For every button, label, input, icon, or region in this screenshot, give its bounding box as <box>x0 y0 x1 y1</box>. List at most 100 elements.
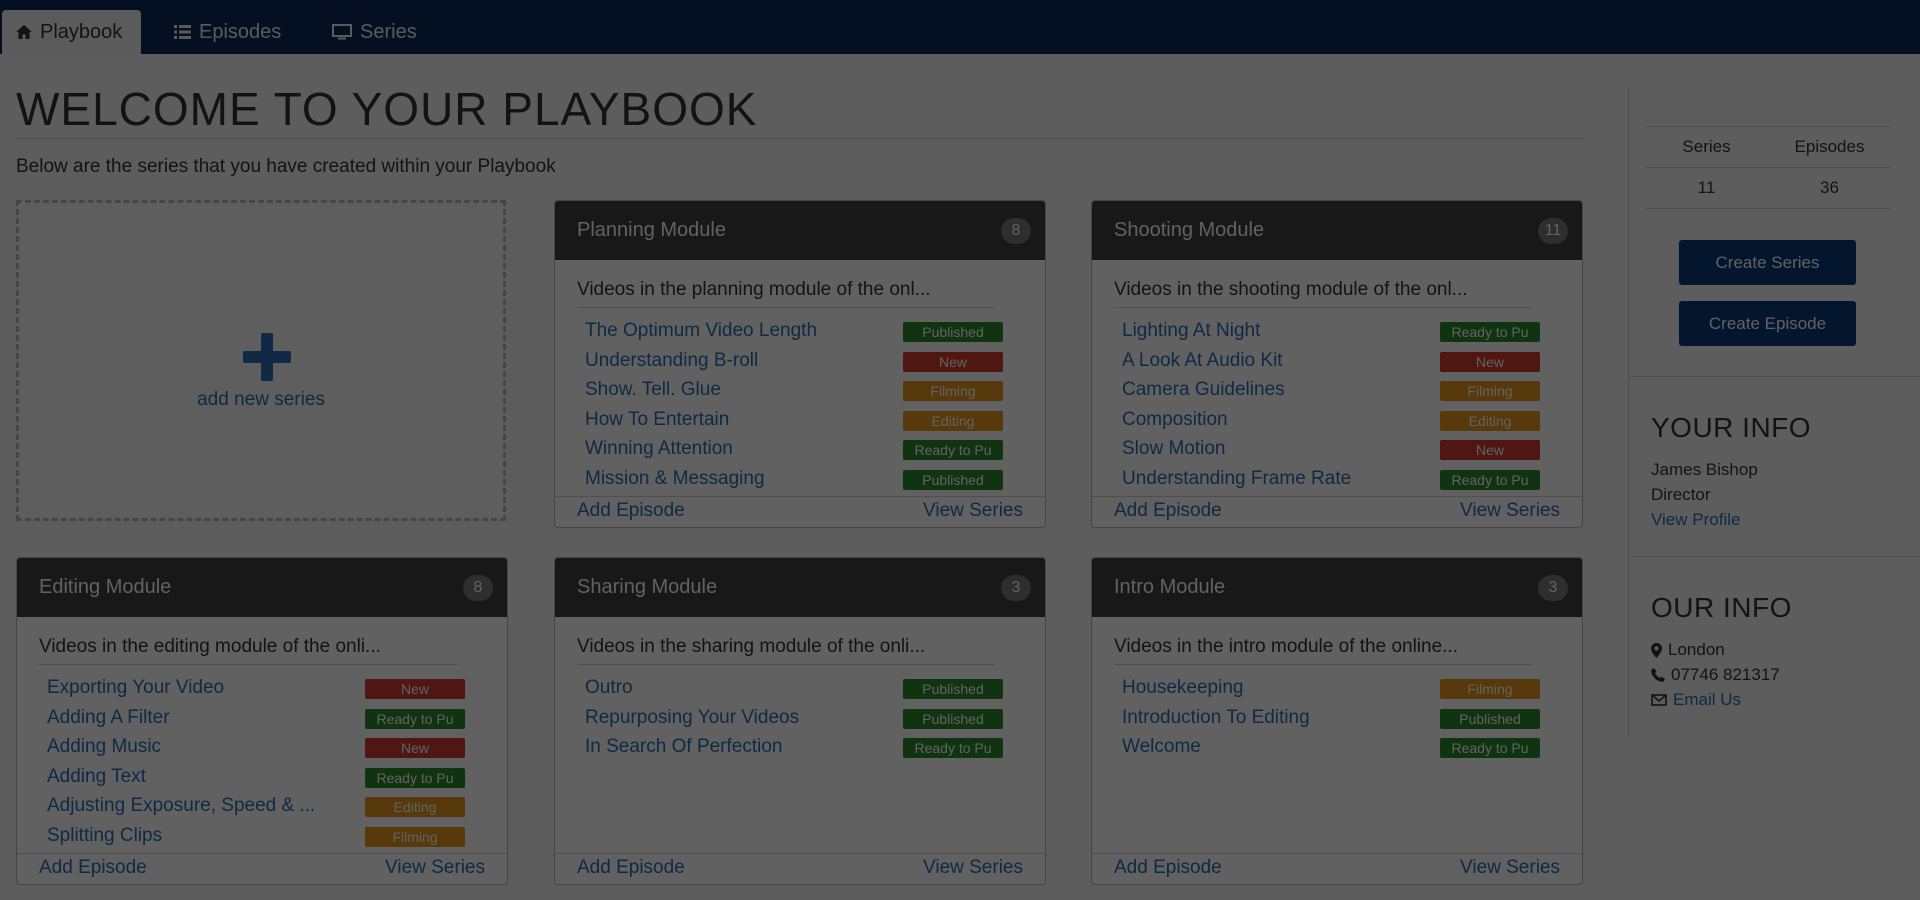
episode-title-link[interactable]: Splitting Clips <box>47 825 332 847</box>
main-content: WELCOME TO YOUR PLAYBOOK Below are the s… <box>0 54 1600 900</box>
tab-label: Series <box>360 20 417 43</box>
add-episode-link[interactable]: Add Episode <box>577 500 685 522</box>
episode-title-link[interactable]: Lighting At Night <box>1122 320 1407 342</box>
tab-episodes[interactable]: Episodes <box>160 10 295 54</box>
card-header: Planning Module 8 <box>555 201 1045 260</box>
view-series-link[interactable]: View Series <box>385 857 485 879</box>
episode-title-link[interactable]: Understanding Frame Rate <box>1122 468 1407 490</box>
card-title: Planning Module <box>577 219 726 241</box>
plus-icon <box>243 333 291 381</box>
phone-row: 07746 821317 <box>1651 665 1780 685</box>
top-nav: Playbook Episodes Series <box>0 0 1920 54</box>
episode-row: Exporting Your Video New <box>47 675 465 705</box>
episode-row: Lighting At Night Ready to Pu <box>1122 318 1540 348</box>
episode-title-link[interactable]: The Optimum Video Length <box>585 320 870 342</box>
page-subtitle: Below are the series that you have creat… <box>16 156 556 177</box>
episode-title-link[interactable]: Exporting Your Video <box>47 677 332 699</box>
status-badge: Published <box>903 322 1003 342</box>
episode-row: A Look At Audio Kit New <box>1122 348 1540 378</box>
card-header: Shooting Module 11 <box>1092 201 1582 260</box>
card-footer: Add Episode View Series <box>1092 853 1582 884</box>
sidebar-divider <box>1629 376 1920 377</box>
episode-row: Adding Text Ready to Pu <box>47 764 465 794</box>
status-badge: Published <box>903 469 1003 490</box>
episode-title-link[interactable]: In Search Of Perfection <box>585 736 870 758</box>
add-episode-link[interactable]: Add Episode <box>39 857 147 879</box>
episode-title-link[interactable]: A Look At Audio Kit <box>1122 350 1407 372</box>
stats-value-row: 11 36 <box>1645 168 1891 209</box>
episode-title-link[interactable]: Introduction To Editing <box>1122 707 1407 729</box>
card-description: Videos in the editing module of the onli… <box>39 636 381 657</box>
episode-title-link[interactable]: Mission & Messaging <box>585 468 870 490</box>
episode-row: Understanding B-roll New <box>585 348 1003 378</box>
page-title: WELCOME TO YOUR PLAYBOOK <box>16 83 758 135</box>
episode-title-link[interactable]: Outro <box>585 677 870 699</box>
tab-series[interactable]: Series <box>318 10 431 54</box>
episode-row: Introduction To Editing Published <box>1122 705 1540 735</box>
episode-title-link[interactable]: Show. Tell. Glue <box>585 379 870 401</box>
add-episode-link[interactable]: Add Episode <box>1114 857 1222 879</box>
add-episode-link[interactable]: Add Episode <box>577 857 685 879</box>
episode-title-link[interactable]: Understanding B-roll <box>585 350 870 372</box>
card-divider <box>577 664 995 665</box>
add-episode-link[interactable]: Add Episode <box>1114 500 1222 522</box>
email-us-link[interactable]: Email Us <box>1673 690 1741 710</box>
view-series-link[interactable]: View Series <box>923 500 1023 522</box>
status-badge: Published <box>903 708 1003 729</box>
episode-row: Splitting Clips Filming <box>47 823 465 853</box>
episode-row: Mission & Messaging Published <box>585 466 1003 496</box>
episode-title-link[interactable]: Slow Motion <box>1122 438 1407 460</box>
episode-row: Show. Tell. Glue Filming <box>585 377 1003 407</box>
location-text: London <box>1668 640 1725 659</box>
card-divider <box>1114 307 1532 308</box>
episode-title-link[interactable]: How To Entertain <box>585 409 870 431</box>
series-card: Planning Module 8 Videos in the planning m… <box>554 200 1046 528</box>
status-badge: Editing <box>903 410 1003 431</box>
status-badge: Filming <box>1440 679 1540 699</box>
series-card: Shooting Module 11 Videos in the shooting … <box>1091 200 1583 528</box>
view-profile-link[interactable]: View Profile <box>1651 510 1740 530</box>
card-title: Intro Module <box>1114 576 1226 598</box>
episode-title-link[interactable]: Adding Text <box>47 766 332 788</box>
card-divider <box>39 664 457 665</box>
your-info-heading: YOUR INFO <box>1651 412 1812 443</box>
stats-value-series: 11 <box>1697 178 1716 197</box>
status-badge: Ready to Pu <box>903 440 1003 460</box>
user-role: Director <box>1651 485 1711 504</box>
episode-row: In Search Of Perfection Ready to Pu <box>585 734 1003 764</box>
tab-label: Episodes <box>199 20 282 43</box>
episode-title-link[interactable]: Adjusting Exposure, Speed & ... <box>47 795 332 817</box>
stats-table: Series Episodes 11 36 <box>1645 126 1891 209</box>
create-episode-button[interactable]: Create Episode <box>1679 301 1856 346</box>
episode-list: Lighting At Night Ready to Pu A Look At Au… <box>1122 318 1540 495</box>
status-badge: Published <box>1440 708 1540 729</box>
card-footer: Add Episode View Series <box>555 853 1045 884</box>
episode-title-link[interactable]: Winning Attention <box>585 438 870 460</box>
episode-title-link[interactable]: Adding Music <box>47 736 332 758</box>
envelope-icon <box>1651 694 1667 706</box>
episode-title-link[interactable]: Repurposing Your Videos <box>585 707 870 729</box>
location-row: London <box>1651 640 1725 660</box>
status-badge: New <box>1440 351 1540 372</box>
add-new-series-card[interactable]: add new series <box>16 200 506 521</box>
view-series-link[interactable]: View Series <box>1460 857 1560 879</box>
episode-title-link[interactable]: Adding A Filter <box>47 707 332 729</box>
episode-title-link[interactable]: Welcome <box>1122 736 1407 758</box>
episode-title-link[interactable]: Composition <box>1122 409 1407 431</box>
episode-title-link[interactable]: Housekeeping <box>1122 677 1407 699</box>
view-series-link[interactable]: View Series <box>1460 500 1560 522</box>
episode-count-badge: 8 <box>463 575 493 601</box>
status-badge: Editing <box>1440 410 1540 431</box>
episode-row: Welcome Ready to Pu <box>1122 734 1540 764</box>
episode-title-link[interactable]: Camera Guidelines <box>1122 379 1407 401</box>
sidebar-divider <box>1629 556 1920 557</box>
email-row[interactable]: Email Us <box>1651 690 1741 710</box>
status-badge: Ready to Pu <box>365 767 465 788</box>
episode-list: Housekeeping Filming Introduction To Editi… <box>1122 675 1540 764</box>
status-badge: New <box>365 679 465 699</box>
view-series-link[interactable]: View Series <box>923 857 1023 879</box>
episode-row: Understanding Frame Rate Ready to Pu <box>1122 466 1540 496</box>
tab-playbook[interactable]: Playbook <box>2 10 141 54</box>
episode-list: The Optimum Video Length Published Underst… <box>585 318 1003 495</box>
create-series-button[interactable]: Create Series <box>1679 240 1856 285</box>
